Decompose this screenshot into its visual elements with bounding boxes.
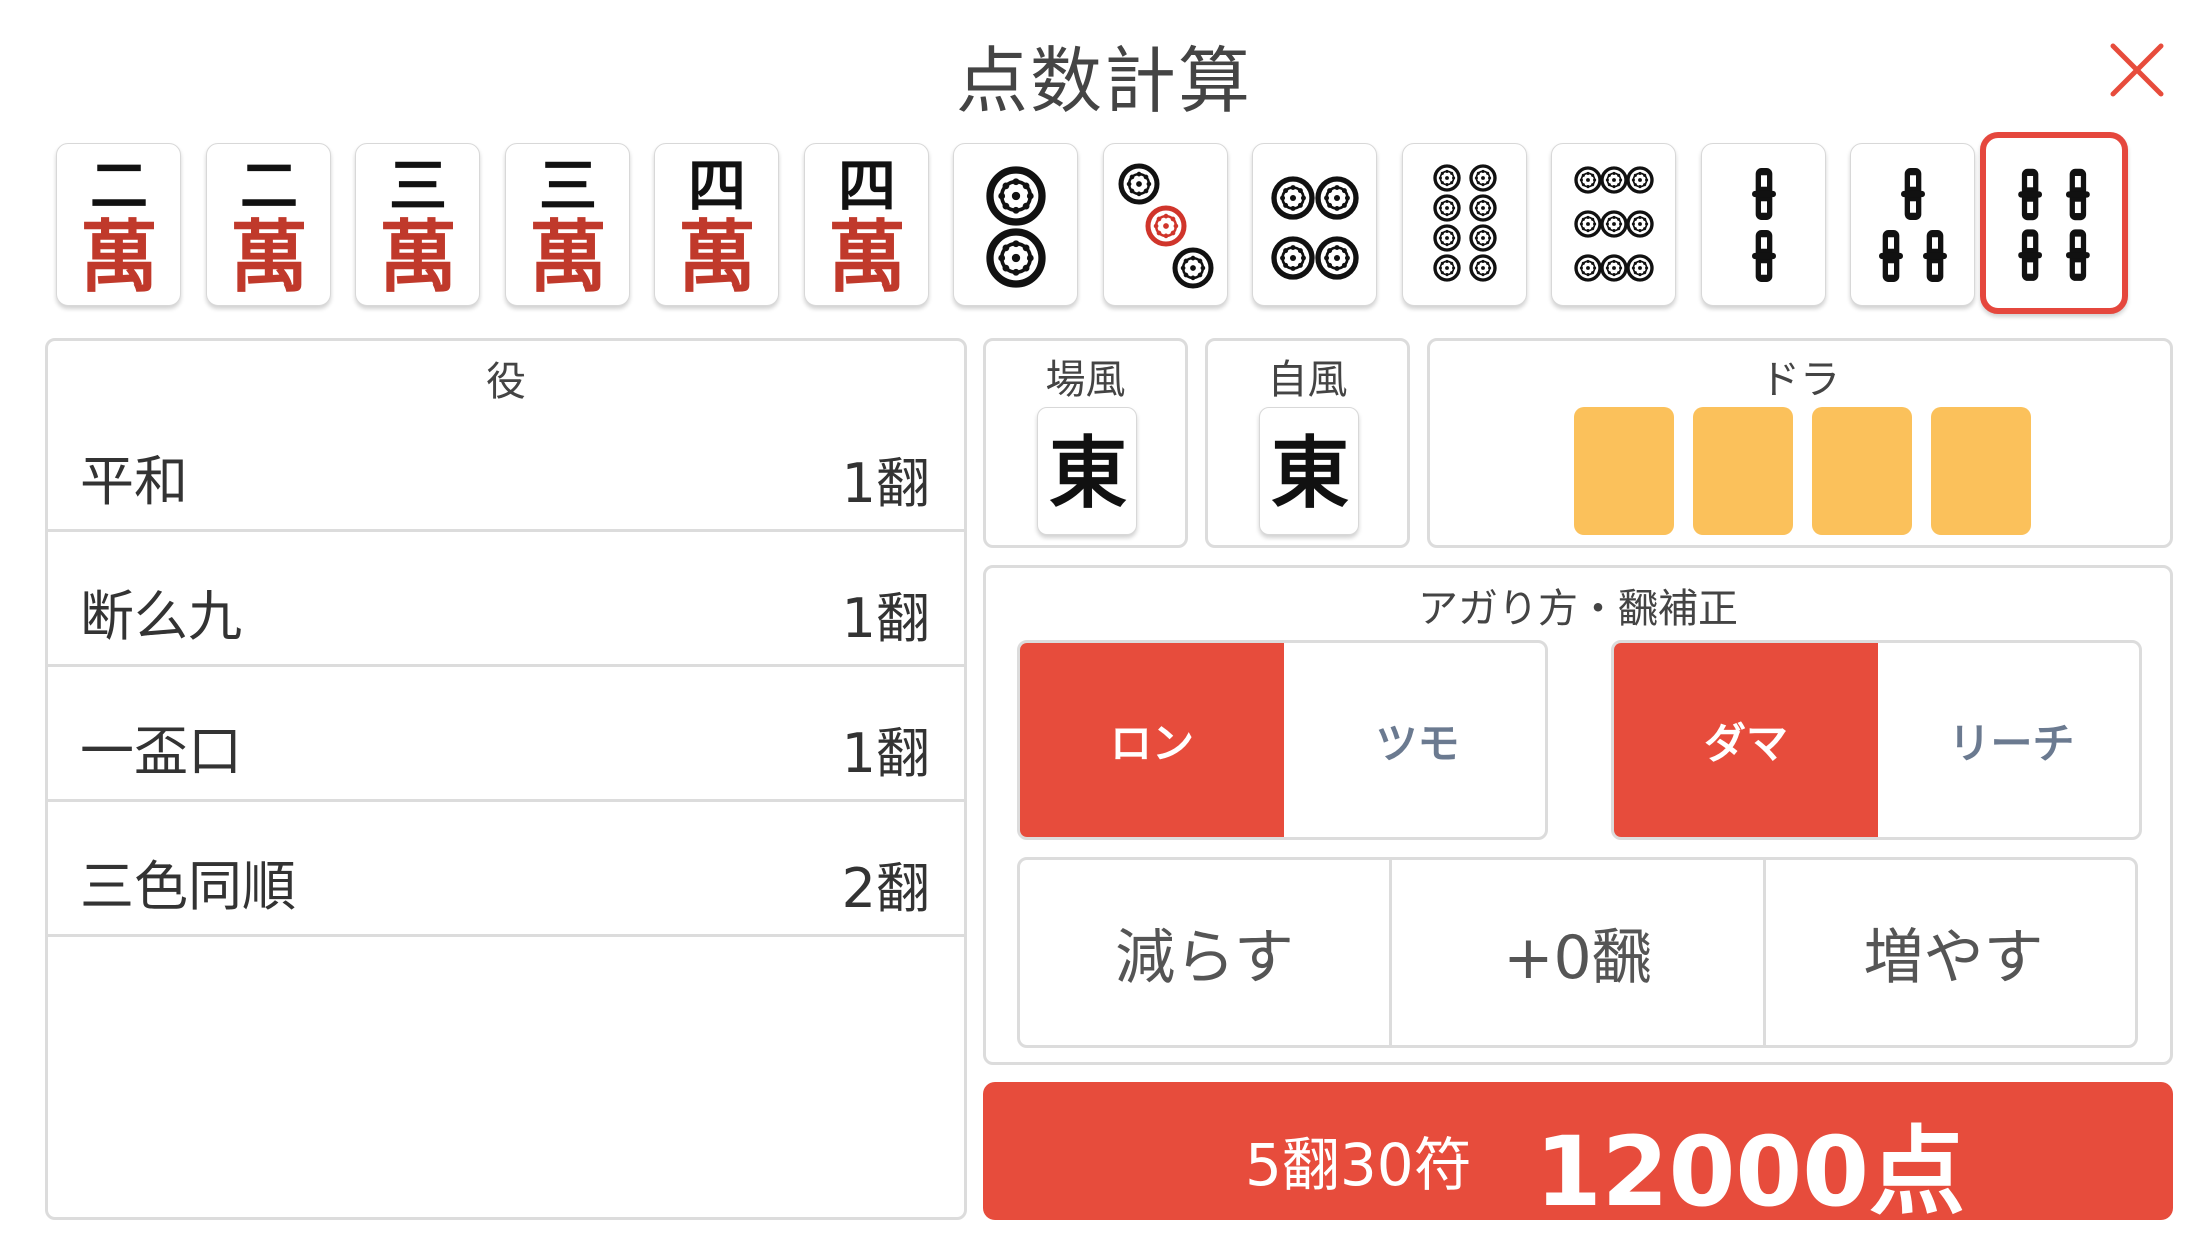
hand-tile[interactable]: 三萬 (355, 143, 480, 306)
tile-rank: 二 (90, 152, 148, 220)
dora-slot[interactable] (1931, 407, 2031, 535)
tile-face: 四萬 (678, 152, 756, 303)
tile-face (2017, 168, 2090, 281)
yaku-han: 1翻 (841, 587, 930, 650)
round-wind-title: 場風 (1045, 357, 1126, 403)
tile-suit: 萬 (678, 212, 756, 303)
tile-suit: 萬 (379, 212, 457, 303)
tile-face: 二萬 (229, 152, 307, 303)
tile-face: 三萬 (379, 152, 457, 303)
tile-face (1271, 176, 1359, 280)
hand-tiles: 二萬二萬三萬三萬四萬四萬 (56, 132, 2166, 315)
tile-rank: 三 (538, 152, 596, 220)
yaku-name: 一盃口 (80, 720, 242, 783)
tile-face: 二萬 (80, 152, 158, 303)
hand-tile[interactable] (1252, 143, 1377, 306)
yaku-name: 三色同順 (80, 855, 296, 918)
tile-face (1574, 166, 1654, 282)
dora-slot[interactable] (1574, 407, 1674, 535)
hand-tile[interactable] (1401, 143, 1527, 306)
close-icon[interactable] (2105, 38, 2169, 102)
hand-tile[interactable]: 四萬 (654, 143, 779, 306)
yaku-row: 断么九 1翻 (48, 532, 964, 667)
hand-tile[interactable] (1979, 132, 2128, 314)
yaku-row: 三色同順 2翻 (48, 802, 964, 937)
yaku-name: 平和 (80, 450, 188, 513)
seat-wind-tile[interactable]: 東 (1259, 407, 1359, 535)
yaku-row: 平和 1翻 (48, 397, 964, 532)
tile-face (1117, 163, 1214, 289)
tsumo-option[interactable]: ツモ (1284, 643, 1545, 837)
win-type-toggle: ロン ツモ (1017, 640, 1548, 840)
tile-face (1879, 168, 1947, 282)
tile-face: 四萬 (827, 152, 905, 303)
hand-tile[interactable] (1551, 143, 1676, 306)
tile-suit: 萬 (827, 212, 905, 303)
decrease-han-button[interactable]: 減らす (1020, 860, 1392, 1045)
tile-face (986, 166, 1046, 288)
wind-char: 東 (1049, 428, 1127, 519)
seat-wind-panel: 自風 東 (1205, 338, 1410, 548)
hand-tile[interactable]: 二萬 (56, 143, 181, 306)
tile-suit: 萬 (80, 212, 158, 303)
dora-title: ドラ (1760, 357, 1840, 403)
tile-suit: 萬 (528, 212, 606, 303)
wind-char: 東 (1271, 428, 1349, 519)
round-wind-tile[interactable]: 東 (1037, 407, 1137, 535)
dora-panel: ドラ (1427, 338, 2173, 548)
han-adjust: 減らす +0飜 増やす (1017, 857, 2138, 1048)
tile-suit: 萬 (229, 212, 307, 303)
han-adjust-value: +0飜 (1392, 860, 1766, 1045)
dama-option[interactable]: ダマ (1614, 643, 1878, 837)
hand-tile[interactable]: 三萬 (504, 143, 630, 306)
yaku-han: 1翻 (841, 452, 930, 515)
yaku-name: 断么九 (80, 585, 242, 648)
ron-option[interactable]: ロン (1020, 643, 1284, 837)
dora-slot[interactable] (1812, 407, 1912, 535)
tile-rank: 四 (837, 152, 895, 220)
tile-face (1751, 168, 1776, 282)
hand-tile[interactable] (1700, 143, 1826, 306)
yaku-han: 2翻 (841, 857, 930, 920)
dora-slot[interactable] (1693, 407, 1793, 535)
yaku-han: 1翻 (841, 722, 930, 785)
hand-tile[interactable] (1850, 143, 1975, 306)
page-title: 点数計算 (955, 39, 1252, 123)
tile-rank: 二 (239, 152, 297, 220)
round-wind-panel: 場風 東 (983, 338, 1188, 548)
hand-tile[interactable]: 二萬 (205, 143, 331, 306)
hand-tile[interactable] (1102, 143, 1228, 306)
result-bar: 5翻30符 12000点 (983, 1082, 2173, 1228)
tile-rank: 三 (389, 152, 447, 220)
yaku-panel: 役 平和 1翻 断么九 1翻 一盃口 1翻 三色同順 2翻 (45, 338, 967, 1220)
increase-han-button[interactable]: 増やす (1766, 860, 2135, 1045)
tile-rank: 四 (688, 152, 746, 220)
hand-tile[interactable] (953, 143, 1078, 306)
hand-tile[interactable]: 四萬 (803, 143, 929, 306)
result-points: 12000点 (1535, 1116, 1965, 1228)
riichi-toggle: ダマ リーチ (1611, 640, 2142, 840)
result-han-fu: 5翻30符 (1245, 1131, 1472, 1199)
riichi-option[interactable]: リーチ (1878, 643, 2139, 837)
tile-face: 三萬 (528, 152, 606, 303)
yaku-row: 一盃口 1翻 (48, 667, 964, 802)
tile-face (1432, 164, 1497, 282)
seat-wind-title: 自風 (1267, 357, 1348, 403)
agari-title: アガり方・飜補正 (1418, 586, 1738, 632)
